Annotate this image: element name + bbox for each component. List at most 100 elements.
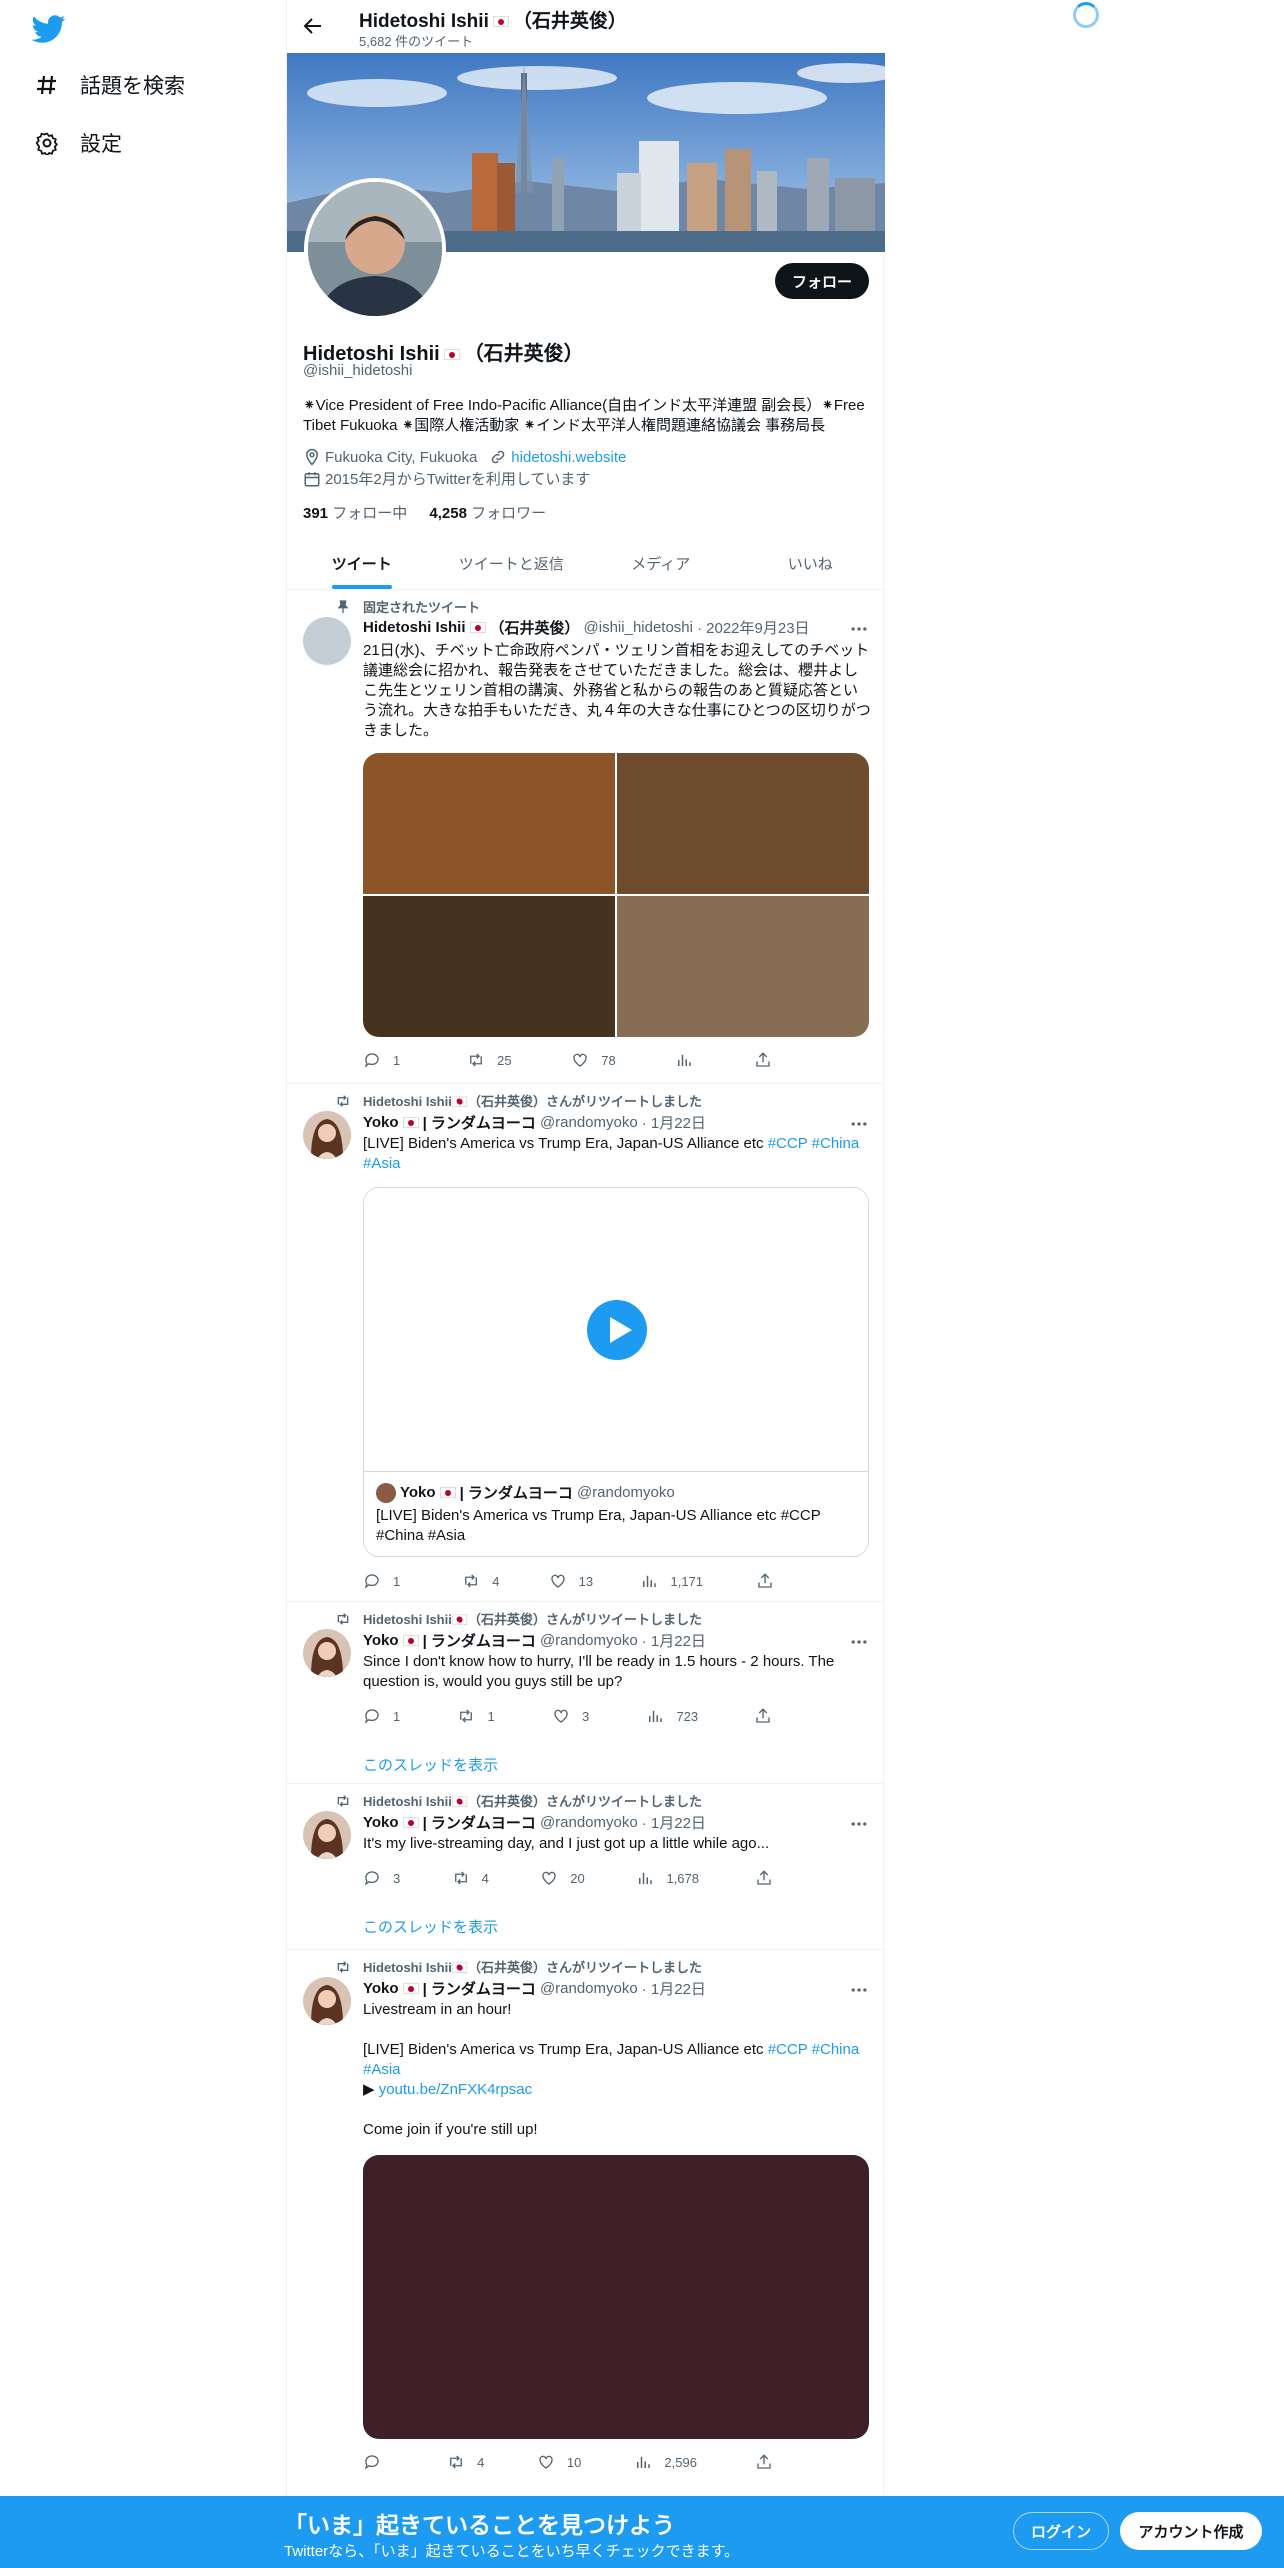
- quoted-video-card[interactable]: Yoko | ランダムヨーコ @randomyoko [LIVE] Biden's…: [363, 1187, 869, 1557]
- reply-count: 1: [393, 1052, 401, 1068]
- tweet-retweet[interactable]: Hidetoshi Ishii🇯🇵（石井英俊）さんがリツイートしました Yoko…: [287, 1951, 885, 2496]
- share-button[interactable]: [754, 1707, 793, 1725]
- hashtag-link[interactable]: #China: [812, 1135, 860, 1152]
- share-button[interactable]: [755, 2453, 793, 2471]
- hashtag-link[interactable]: #China: [812, 2041, 860, 2058]
- tweet-avatar[interactable]: [303, 1811, 351, 1859]
- tweet-pinned[interactable]: 固定されたツイート Hidetoshi Ishii （石井英俊） @ishii_h…: [287, 591, 885, 1084]
- more-options-icon[interactable]: [849, 1114, 869, 1134]
- back-arrow-icon[interactable]: [301, 14, 325, 38]
- tweet-photo[interactable]: [363, 896, 615, 1037]
- tweet-avatar[interactable]: [303, 617, 351, 665]
- like-button[interactable]: 78: [571, 1051, 675, 1069]
- tweet-date[interactable]: · 1月22日: [642, 1812, 706, 1833]
- like-button[interactable]: 13: [549, 1572, 641, 1590]
- header-tweet-count: 5,682 件のツイート: [359, 34, 474, 49]
- tab-media[interactable]: メディア: [586, 537, 736, 589]
- like-button[interactable]: 20: [540, 1869, 636, 1887]
- profile-avatar[interactable]: [304, 178, 446, 320]
- retweet-button[interactable]: 25: [467, 1051, 571, 1069]
- nav-explore-label: 話題を検索: [80, 75, 185, 98]
- hashtag-link[interactable]: #Asia: [363, 2061, 401, 2078]
- tweet-photo[interactable]: [617, 753, 869, 894]
- reply-count: 1: [393, 1573, 401, 1589]
- tweet-avatar[interactable]: [303, 1111, 351, 1159]
- like-button[interactable]: 10: [537, 2453, 634, 2471]
- play-button-icon[interactable]: [587, 1300, 647, 1360]
- reply-button[interactable]: [363, 2453, 447, 2471]
- views-button[interactable]: 2,596: [634, 2453, 754, 2471]
- view-count: 1,171: [670, 1573, 704, 1589]
- following-link[interactable]: 391 フォロー中: [303, 505, 407, 522]
- tweet-text-body: [LIVE] Biden's America vs Trump Era, Jap…: [363, 2041, 768, 2058]
- retweet-count: 4: [477, 2454, 485, 2470]
- tab-tweets[interactable]: ツイート: [287, 537, 437, 589]
- views-button[interactable]: 1,171: [640, 1572, 756, 1590]
- tweet-author-name[interactable]: Yoko: [363, 1980, 399, 1997]
- hashtag-link[interactable]: #Asia: [363, 1155, 401, 1172]
- login-button[interactable]: ログイン: [1013, 2512, 1109, 2550]
- tweet-photo[interactable]: [617, 896, 869, 1037]
- view-count: 1,678: [666, 1870, 700, 1886]
- reply-count: 1: [393, 1708, 401, 1724]
- retweet-icon: [454, 1871, 467, 1885]
- hashtag-link[interactable]: #CCP: [768, 1135, 808, 1152]
- retweet-button[interactable]: 4: [452, 1869, 541, 1887]
- youtube-link[interactable]: youtu.be/ZnFXK4rpsac: [379, 2081, 532, 2098]
- video-player[interactable]: [364, 1188, 868, 1472]
- tweet-date[interactable]: · 1月22日: [642, 1978, 706, 1999]
- tweet-date[interactable]: · 2022年9月23日: [697, 617, 810, 638]
- follow-button[interactable]: フォロー: [775, 263, 869, 299]
- hashtag-link[interactable]: #CCP: [768, 2041, 808, 2058]
- nav-settings[interactable]: 設定: [34, 128, 122, 158]
- more-options-icon[interactable]: [849, 1814, 869, 1834]
- japan-flag-icon: [402, 1983, 419, 1994]
- profile-website-link[interactable]: hidetoshi.website: [511, 449, 626, 466]
- like-count: 13: [578, 1573, 594, 1589]
- tweet-date[interactable]: · 1月22日: [642, 1630, 706, 1651]
- tweet-author-name[interactable]: Yoko: [363, 1114, 399, 1131]
- twitter-logo-icon[interactable]: [30, 12, 68, 46]
- tweet-author-name[interactable]: Yoko: [363, 1632, 399, 1649]
- more-options-icon[interactable]: [849, 1632, 869, 1652]
- tweet-date[interactable]: · 1月22日: [642, 1112, 706, 1133]
- share-button[interactable]: [754, 1051, 793, 1069]
- tab-tweets-and-replies[interactable]: ツイートと返信: [437, 537, 587, 589]
- signup-button[interactable]: アカウント作成: [1120, 2512, 1262, 2550]
- views-button[interactable]: 723: [646, 1707, 754, 1725]
- share-icon: [758, 1573, 772, 1588]
- retweet-label-text: Hidetoshi Ishii🇯🇵（石井英俊）さんがリツイートしました: [363, 1960, 703, 1975]
- profile-header-bar: Hidetoshi Ishii （石井英俊） 5,682 件のツイート: [287, 0, 885, 52]
- show-thread-link[interactable]: このスレッドを表示: [363, 1916, 498, 1937]
- views-button[interactable]: 1,678: [636, 1869, 755, 1887]
- retweet-button[interactable]: 4: [447, 2453, 537, 2471]
- tweet-photo[interactable]: [363, 753, 615, 894]
- tweet-retweet[interactable]: Hidetoshi Ishii🇯🇵（石井英俊）さんがリツイートしました Yoko…: [287, 1603, 885, 1784]
- tweet-author-name[interactable]: Hidetoshi Ishii: [363, 619, 466, 636]
- tweet-avatar[interactable]: [303, 1977, 351, 2025]
- tweet-retweet[interactable]: Hidetoshi Ishii🇯🇵（石井英俊）さんがリツイートしました Yoko…: [287, 1085, 885, 1602]
- more-options-icon[interactable]: [849, 619, 869, 639]
- tweet-video-thumbnail[interactable]: [363, 2155, 869, 2439]
- reply-button[interactable]: 1: [363, 1707, 457, 1725]
- retweet-button[interactable]: 1: [457, 1707, 551, 1725]
- reply-button[interactable]: 1: [363, 1572, 462, 1590]
- retweet-count: 1: [487, 1708, 495, 1724]
- tweet-author-suffix: | ランダムヨーコ: [422, 1981, 536, 1998]
- like-button[interactable]: 3: [552, 1707, 646, 1725]
- share-button[interactable]: [756, 1572, 793, 1590]
- tweet-retweet[interactable]: Hidetoshi Ishii🇯🇵（石井英俊）さんがリツイートしました Yoko…: [287, 1785, 885, 1950]
- tweet-avatar[interactable]: [303, 1629, 351, 1677]
- views-button[interactable]: [675, 1051, 754, 1069]
- show-thread-link[interactable]: このスレッドを表示: [363, 1754, 498, 1775]
- tweet-author-name[interactable]: Yoko: [363, 1814, 399, 1831]
- more-options-icon[interactable]: [849, 1980, 869, 2000]
- share-button[interactable]: [755, 1869, 793, 1887]
- reply-button[interactable]: 1: [363, 1051, 467, 1069]
- reply-button[interactable]: 3: [363, 1869, 452, 1887]
- retweet-button[interactable]: 4: [462, 1572, 548, 1590]
- tab-likes[interactable]: いいね: [736, 537, 886, 589]
- tweet-author-handle: @randomyoko: [539, 1114, 638, 1131]
- followers-link[interactable]: 4,258 フォロワー: [429, 505, 546, 522]
- nav-explore[interactable]: 話題を検索: [34, 70, 185, 100]
